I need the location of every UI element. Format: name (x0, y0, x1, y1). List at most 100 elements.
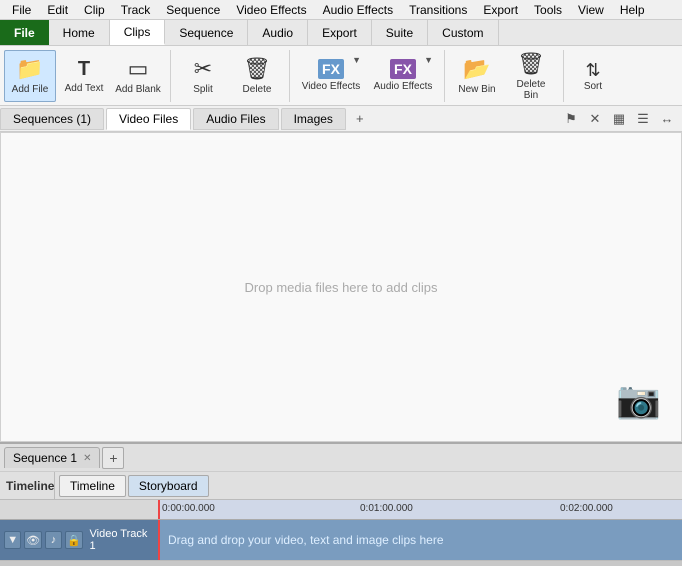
delete-bin-button[interactable]: 🗑 Delete Bin (505, 50, 557, 102)
timeline-view-btns: Timeline Storyboard (55, 472, 215, 499)
add-blank-label: Add Blank (115, 84, 161, 95)
track-collapse-btn[interactable]: ▼ (4, 531, 21, 549)
delete-bin-icon: 🗑 (517, 51, 545, 77)
bottom-resize-handle[interactable] (0, 560, 682, 566)
menu-view[interactable]: View (570, 1, 612, 19)
clips-tab-video-files[interactable]: Video Files (106, 108, 191, 130)
new-bin-button[interactable]: 📂 New Bin (451, 50, 503, 102)
menu-bar: File Edit Clip Track Sequence Video Effe… (0, 0, 682, 20)
add-blank-icon: ▭ (128, 56, 149, 82)
video-fx-dropdown-icon: ▼ (352, 55, 361, 65)
close-icon[interactable]: ✕ (584, 108, 606, 130)
toolbar-bin-group: 📂 New Bin 🗑 Delete Bin (451, 50, 564, 102)
toolbar-add-group: 📁 Add File T Add Text ▭ Add Blank (4, 50, 171, 102)
audio-fx-dropdown-icon: ▼ (424, 55, 433, 65)
add-text-icon: T (78, 58, 90, 81)
tab-audio[interactable]: Audio (248, 20, 308, 45)
sequence-tab-close[interactable]: ✕ (83, 453, 91, 464)
tab-home[interactable]: Home (49, 20, 110, 45)
toolbar-edit-group: ✂ Split 🗑 Delete (177, 50, 290, 102)
track-lock-btn[interactable]: 🔒 (65, 531, 82, 549)
ruler-left-pad (0, 500, 160, 519)
new-bin-label: New Bin (458, 84, 495, 95)
ruler-tick-0: 0:00:00.000 (162, 503, 215, 514)
ruler-tick-1: 0:01:00.000 (360, 503, 413, 514)
delete-label: Delete (243, 84, 272, 95)
add-text-label: Add Text (65, 83, 104, 94)
timeline-view-btn[interactable]: Timeline (59, 475, 126, 497)
video-effects-label: Video Effects (302, 81, 361, 92)
delete-button[interactable]: 🗑 Delete (231, 50, 283, 102)
sort-icon: ⇅ (585, 60, 600, 81)
clips-tab-add[interactable]: + (348, 109, 372, 128)
menu-tools[interactable]: Tools (526, 1, 570, 19)
app-wrapper: File Edit Clip Track Sequence Video Effe… (0, 0, 682, 566)
ruler-tick-2: 0:02:00.000 (560, 503, 613, 514)
menu-transitions[interactable]: Transitions (401, 1, 475, 19)
track-controls: ▼ 👁 ♪ 🔒 Video Track 1 (0, 520, 160, 560)
menu-clip[interactable]: Clip (76, 1, 113, 19)
track-speaker-btn[interactable]: ♪ (45, 531, 62, 549)
menu-sequence[interactable]: Sequence (158, 1, 228, 19)
split-button[interactable]: ✂ Split (177, 50, 229, 102)
menu-edit[interactable]: Edit (39, 1, 76, 19)
main-content-area: Drop media files here to add clips 📷 (0, 132, 682, 442)
tab-custom[interactable]: Custom (428, 20, 498, 45)
split-label: Split (193, 84, 212, 95)
list-view-icon[interactable]: ☰ (632, 108, 654, 130)
video-fx-icon: FX (322, 61, 340, 77)
timeline-tabs: Sequence 1 ✕ + (0, 444, 682, 472)
drop-hint-text: Drop media files here to add clips (245, 280, 438, 295)
delete-bin-label: Delete Bin (508, 79, 554, 101)
add-blank-button[interactable]: ▭ Add Blank (112, 50, 164, 102)
menu-help[interactable]: Help (612, 1, 653, 19)
tab-export[interactable]: Export (308, 20, 372, 45)
menu-file[interactable]: File (4, 1, 39, 19)
tab-suite[interactable]: Suite (372, 20, 428, 45)
add-file-button[interactable]: 📁 Add File (4, 50, 56, 102)
video-fx-box: FX (318, 59, 344, 79)
add-file-label: Add File (12, 84, 49, 95)
ruler-track: 0:00:00.000 0:01:00.000 0:02:00.000 (160, 500, 682, 519)
track-eye-btn[interactable]: 👁 (24, 531, 41, 549)
video-effects-button[interactable]: ▼ FX Video Effects (296, 50, 366, 102)
tab-clips[interactable]: Clips (110, 20, 166, 45)
storyboard-view-btn[interactable]: Storyboard (128, 475, 209, 497)
clips-tab-images[interactable]: Images (281, 108, 346, 130)
menu-export[interactable]: Export (475, 1, 526, 19)
split-icon: ✂ (194, 56, 212, 82)
tab-file[interactable]: File (0, 20, 49, 45)
track-content: Drag and drop your video, text and image… (160, 520, 682, 560)
timeline-ruler: 0:00:00.000 0:01:00.000 0:02:00.000 (0, 500, 682, 520)
add-text-button[interactable]: T Add Text (58, 50, 110, 102)
clips-view-icons: ⚑ ✕ ▦ ☰ ↔ (558, 108, 682, 130)
tab-bar: File Home Clips Sequence Audio Export Su… (0, 20, 682, 46)
camera-icon: 📷 (616, 379, 661, 421)
clips-header-left: Sequences (1) Video Files Audio Files Im… (0, 108, 372, 130)
sequence-tab-label: Sequence 1 (13, 451, 77, 465)
add-file-icon: 📁 (16, 56, 43, 82)
delete-icon: 🗑 (243, 56, 271, 82)
track-name: Video Track 1 (90, 528, 154, 552)
audio-fx-icon: FX (394, 61, 412, 77)
video-track: ▼ 👁 ♪ 🔒 Video Track 1 Drag and drop your… (0, 520, 682, 560)
toolbar-sort-group: ⇅ Sort (574, 50, 612, 102)
clips-header: Sequences (1) Video Files Audio Files Im… (0, 106, 682, 132)
menu-audio-effects[interactable]: Audio Effects (315, 1, 402, 19)
sort-button[interactable]: ⇅ Sort (574, 50, 612, 102)
timeline-add-tab[interactable]: + (102, 447, 124, 469)
tab-sequence[interactable]: Sequence (165, 20, 248, 45)
clips-tab-audio-files[interactable]: Audio Files (193, 108, 278, 130)
flag-icon[interactable]: ⚑ (560, 108, 582, 130)
resize-icon[interactable]: ↔ (656, 108, 678, 130)
timeline-label: Timeline (0, 472, 55, 499)
menu-track[interactable]: Track (113, 1, 159, 19)
track-drop-hint: Drag and drop your video, text and image… (168, 533, 444, 547)
clips-tab-sequences[interactable]: Sequences (1) (0, 108, 104, 130)
audio-effects-button[interactable]: ▼ FX Audio Effects (368, 50, 438, 102)
toolbar: 📁 Add File T Add Text ▭ Add Blank ✂ Spli… (0, 46, 682, 106)
sequence-tab[interactable]: Sequence 1 ✕ (4, 447, 100, 468)
timeline-container: Sequence 1 ✕ + Timeline Timeline Storybo… (0, 442, 682, 566)
menu-video-effects[interactable]: Video Effects (228, 1, 314, 19)
grid-view-icon[interactable]: ▦ (608, 108, 630, 130)
